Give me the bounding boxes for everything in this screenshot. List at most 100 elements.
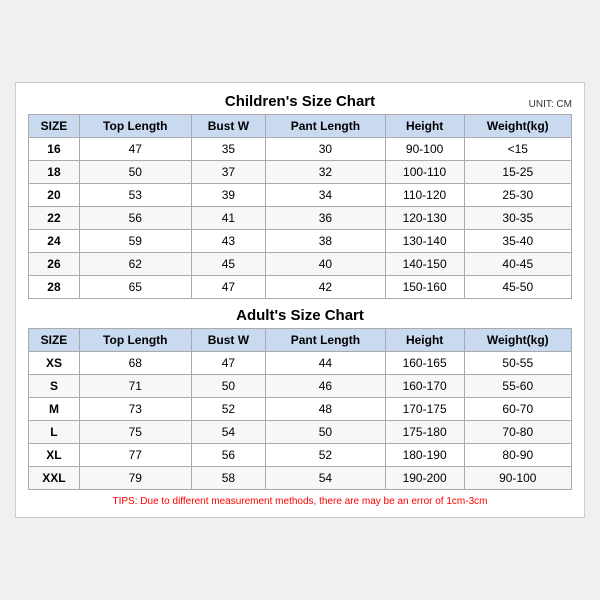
table-cell: 50 <box>266 421 386 444</box>
table-cell: 140-150 <box>385 253 464 276</box>
adult-header-row: SIZE Top Length Bust W Pant Length Heigh… <box>29 329 572 352</box>
table-cell: 70-80 <box>464 421 571 444</box>
table-cell: 52 <box>266 444 386 467</box>
table-cell: 73 <box>79 398 191 421</box>
table-cell: 22 <box>29 207 80 230</box>
table-cell: 58 <box>191 467 266 490</box>
table-cell: 43 <box>191 230 266 253</box>
table-cell: 30 <box>266 138 386 161</box>
children-data-row: 22564136120-13030-35 <box>29 207 572 230</box>
children-data-row: 1647353090-100<15 <box>29 138 572 161</box>
children-chart-title: Children's Size Chart <box>225 93 375 110</box>
col-size: SIZE <box>29 115 80 138</box>
table-cell: 79 <box>79 467 191 490</box>
table-cell: 36 <box>266 207 386 230</box>
table-cell: 190-200 <box>385 467 464 490</box>
table-cell: 175-180 <box>385 421 464 444</box>
table-cell: 52 <box>191 398 266 421</box>
adult-data-row: M735248170-17560-70 <box>29 398 572 421</box>
table-cell: 120-130 <box>385 207 464 230</box>
table-cell: 71 <box>79 375 191 398</box>
col-pant-length: Pant Length <box>266 115 386 138</box>
adult-section: Adult's Size Chart SIZE Top Length Bust … <box>28 307 572 490</box>
adult-title-row: Adult's Size Chart <box>28 307 572 324</box>
table-cell: 48 <box>266 398 386 421</box>
table-cell: 59 <box>79 230 191 253</box>
children-data-row: 26624540140-15040-45 <box>29 253 572 276</box>
table-cell: 30-35 <box>464 207 571 230</box>
children-header-row: SIZE Top Length Bust W Pant Length Heigh… <box>29 115 572 138</box>
table-cell: 80-90 <box>464 444 571 467</box>
table-cell: 18 <box>29 161 80 184</box>
col-weight: Weight(kg) <box>464 115 571 138</box>
children-data-row: 28654742150-16045-50 <box>29 276 572 299</box>
size-chart-container: Children's Size Chart UNIT: CM SIZE Top … <box>15 82 585 518</box>
table-cell: M <box>29 398 80 421</box>
table-cell: 75 <box>79 421 191 444</box>
adult-data-row: XS684744160-16550-55 <box>29 352 572 375</box>
table-cell: 47 <box>79 138 191 161</box>
table-cell: 160-170 <box>385 375 464 398</box>
table-cell: 50 <box>191 375 266 398</box>
adult-col-weight: Weight(kg) <box>464 329 571 352</box>
tips-text: TIPS: Due to different measurement metho… <box>28 496 572 507</box>
table-cell: 41 <box>191 207 266 230</box>
adult-col-size: SIZE <box>29 329 80 352</box>
table-cell: 56 <box>191 444 266 467</box>
table-cell: 110-120 <box>385 184 464 207</box>
table-cell: 54 <box>191 421 266 444</box>
col-height: Height <box>385 115 464 138</box>
adult-col-height: Height <box>385 329 464 352</box>
table-cell: 54 <box>266 467 386 490</box>
table-cell: <15 <box>464 138 571 161</box>
unit-label: UNIT: CM <box>529 99 572 110</box>
table-cell: 34 <box>266 184 386 207</box>
table-cell: XS <box>29 352 80 375</box>
adult-size-table: SIZE Top Length Bust W Pant Length Heigh… <box>28 328 572 490</box>
table-cell: 45 <box>191 253 266 276</box>
table-cell: 37 <box>191 161 266 184</box>
children-data-row: 20533934110-12025-30 <box>29 184 572 207</box>
table-cell: 56 <box>79 207 191 230</box>
table-cell: 170-175 <box>385 398 464 421</box>
children-data-row: 18503732100-11015-25 <box>29 161 572 184</box>
adult-data-row: XXL795854190-20090-100 <box>29 467 572 490</box>
table-cell: 44 <box>266 352 386 375</box>
table-cell: 130-140 <box>385 230 464 253</box>
table-cell: 16 <box>29 138 80 161</box>
children-title-row: Children's Size Chart UNIT: CM <box>28 93 572 110</box>
table-cell: 60-70 <box>464 398 571 421</box>
table-cell: 160-165 <box>385 352 464 375</box>
children-size-table: SIZE Top Length Bust W Pant Length Heigh… <box>28 114 572 299</box>
table-cell: 50-55 <box>464 352 571 375</box>
table-cell: 100-110 <box>385 161 464 184</box>
table-cell: 40 <box>266 253 386 276</box>
table-cell: 90-100 <box>464 467 571 490</box>
table-cell: 50 <box>79 161 191 184</box>
table-cell: 68 <box>79 352 191 375</box>
table-cell: 65 <box>79 276 191 299</box>
adult-col-pant-length: Pant Length <box>266 329 386 352</box>
table-cell: XXL <box>29 467 80 490</box>
table-cell: 47 <box>191 352 266 375</box>
adult-col-bust-w: Bust W <box>191 329 266 352</box>
adult-data-row: L755450175-18070-80 <box>29 421 572 444</box>
col-bust-w: Bust W <box>191 115 266 138</box>
table-cell: S <box>29 375 80 398</box>
table-cell: XL <box>29 444 80 467</box>
table-cell: 40-45 <box>464 253 571 276</box>
table-cell: 38 <box>266 230 386 253</box>
table-cell: 45-50 <box>464 276 571 299</box>
table-cell: 42 <box>266 276 386 299</box>
table-cell: 77 <box>79 444 191 467</box>
adult-chart-title: Adult's Size Chart <box>236 307 364 324</box>
table-cell: 26 <box>29 253 80 276</box>
table-cell: 24 <box>29 230 80 253</box>
adult-col-top-length: Top Length <box>79 329 191 352</box>
table-cell: 62 <box>79 253 191 276</box>
table-cell: 180-190 <box>385 444 464 467</box>
table-cell: 53 <box>79 184 191 207</box>
table-cell: 20 <box>29 184 80 207</box>
table-cell: 39 <box>191 184 266 207</box>
col-top-length: Top Length <box>79 115 191 138</box>
